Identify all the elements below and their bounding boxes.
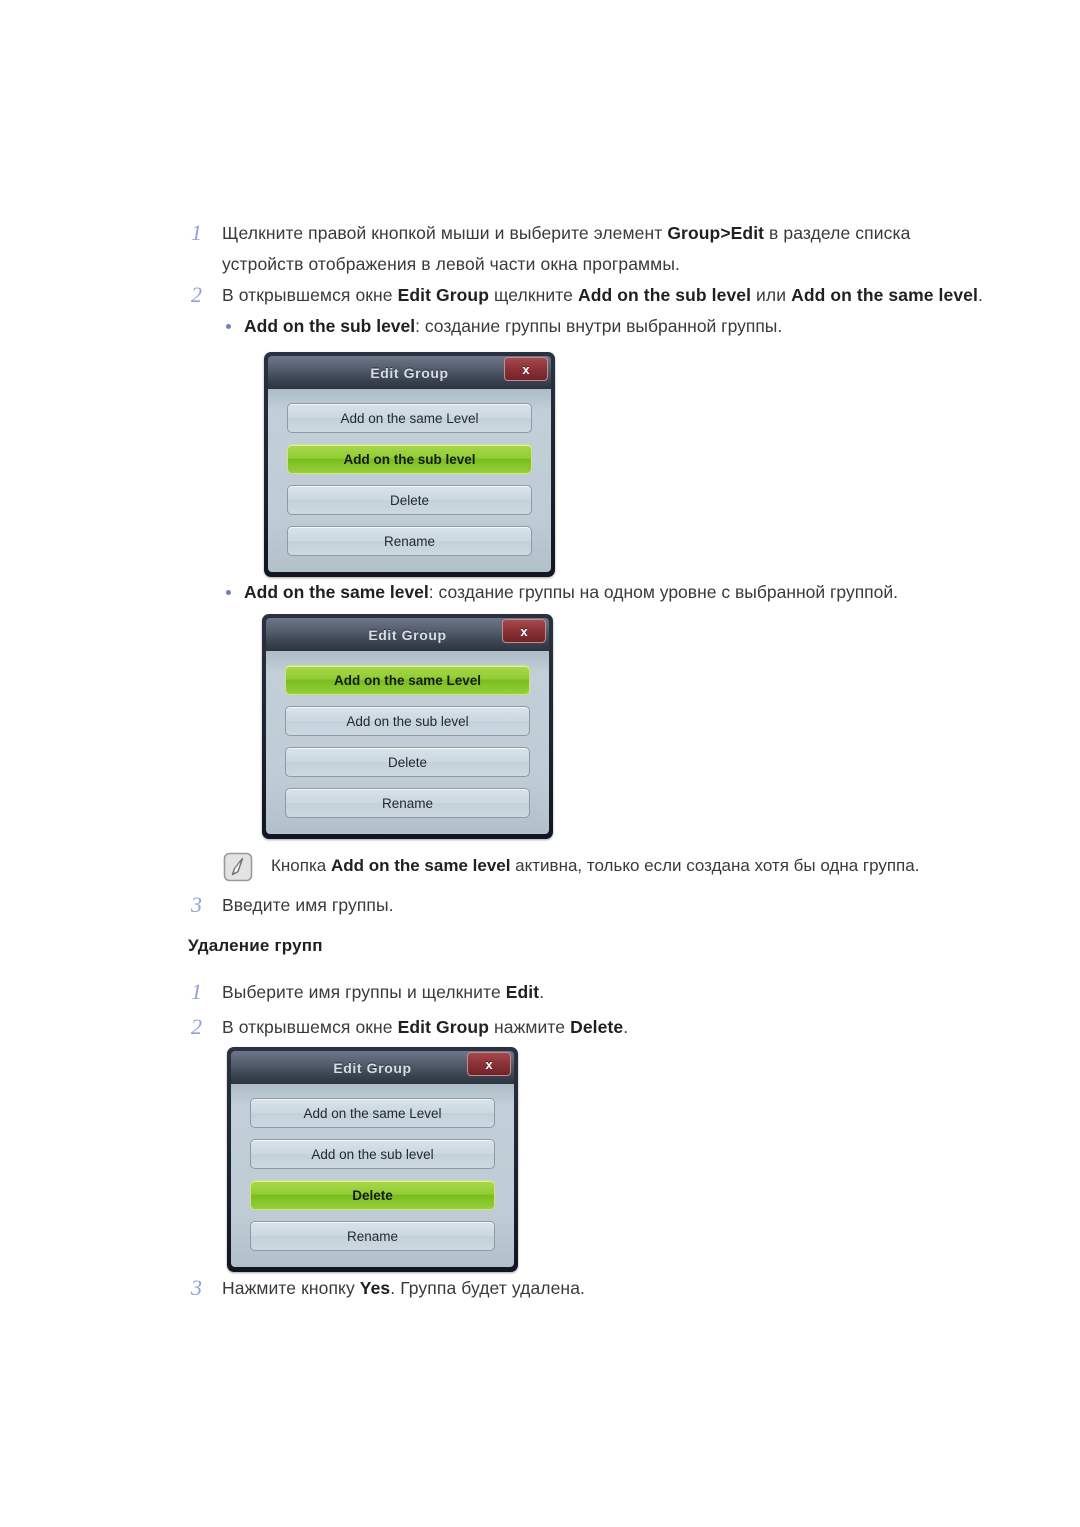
step-2-emphasis-dialog: Edit Group bbox=[397, 285, 490, 305]
dialog-2-title: Edit Group bbox=[368, 626, 447, 643]
close-icon-glyph: x bbox=[485, 1056, 493, 1072]
edit-group-dialog-2[interactable]: Edit Group x Add on the same Level Add o… bbox=[262, 614, 553, 839]
note-emphasis: Add on the same level bbox=[330, 856, 511, 875]
step-1-emphasis: Group>Edit bbox=[667, 223, 765, 243]
edit-group-dialog-3[interactable]: Edit Group x Add on the same Level Add o… bbox=[227, 1047, 518, 1272]
step-2: 2 В открывшемся окне Edit Group щелкните… bbox=[188, 280, 1018, 311]
step-3-text: Введите имя группы. bbox=[222, 895, 394, 915]
delete-step-2-text: В открывшемся окне Edit Group нажмите De… bbox=[222, 1012, 628, 1043]
step-2-text-part-e: или bbox=[751, 285, 792, 305]
step-1-number: 1 bbox=[191, 220, 202, 245]
step-2-emphasis-sub: Add on the sub level bbox=[577, 285, 752, 305]
bullet-same-level: Add on the same level: создание группы н… bbox=[222, 578, 962, 606]
delete-step-2-part-a: В открывшемся окне bbox=[222, 1017, 398, 1037]
dialog-1-title: Edit Group bbox=[370, 364, 449, 381]
dialog-1-button-same-level[interactable]: Add on the same Level bbox=[287, 403, 532, 433]
delete-step-3-part-c: . Группа будет удалена. bbox=[390, 1278, 585, 1298]
dialog-2-button-same-level[interactable]: Add on the same Level bbox=[285, 665, 530, 695]
dialog-3-button-sub-level[interactable]: Add on the sub level bbox=[250, 1139, 495, 1169]
dialog-3-button-same-level[interactable]: Add on the same Level bbox=[250, 1098, 495, 1128]
edit-group-dialog-1[interactable]: Edit Group x Add on the same Level Add o… bbox=[264, 352, 555, 577]
step-2-text-part-a: В открывшемся окне bbox=[222, 285, 398, 305]
dialog-1-button-sub-level[interactable]: Add on the sub level bbox=[287, 444, 532, 474]
dialog-2-button-rename[interactable]: Rename bbox=[285, 788, 530, 818]
close-icon-glyph: x bbox=[520, 623, 528, 639]
delete-step-1-part-c: . bbox=[539, 982, 545, 1002]
dialog-3-title: Edit Group bbox=[333, 1059, 412, 1076]
bullet-same-level-text: Add on the same level: создание группы н… bbox=[244, 578, 898, 606]
delete-step-2-part-e: . bbox=[623, 1017, 629, 1037]
step-2-emphasis-same: Add on the same level bbox=[791, 285, 978, 305]
delete-step-2-emphasis-dialog: Edit Group bbox=[397, 1017, 490, 1037]
bullet-sub-level: Add on the sub level: создание группы вн… bbox=[222, 312, 962, 340]
dialog-1-close-icon[interactable]: x bbox=[504, 357, 548, 381]
note-text: Кнопка Add on the same level активна, то… bbox=[271, 852, 919, 880]
delete-step-1-emphasis: Edit bbox=[505, 982, 540, 1002]
step-1: 1 Щелкните правой кнопкой мыши и выберит… bbox=[188, 218, 948, 279]
delete-step-3-part-a: Нажмите кнопку bbox=[222, 1278, 360, 1298]
delete-step-2: 2 В открывшемся окне Edit Group нажмите … bbox=[188, 1012, 788, 1043]
dialog-2-close-icon[interactable]: x bbox=[502, 619, 546, 643]
step-3-number: 3 bbox=[191, 892, 202, 917]
dialog-3-button-rename[interactable]: Rename bbox=[250, 1221, 495, 1251]
step-1-text-part-a: Щелкните правой кнопкой мыши и выберите … bbox=[222, 223, 668, 243]
bullet-sub-level-text: Add on the sub level: создание группы вн… bbox=[244, 312, 782, 340]
bullet-dot-icon bbox=[222, 578, 244, 606]
dialog-3-titlebar: Edit Group x bbox=[231, 1051, 514, 1084]
dialog-1-titlebar: Edit Group x bbox=[268, 356, 551, 389]
step-2-text: В открывшемся окне Edit Group щелкните A… bbox=[222, 280, 983, 311]
delete-step-2-emphasis-delete: Delete bbox=[570, 1017, 624, 1037]
dialog-2-titlebar: Edit Group x bbox=[266, 618, 549, 651]
bullet-dot-icon bbox=[222, 312, 244, 340]
note-text-part-c: активна, только если создана хотя бы одн… bbox=[510, 856, 920, 875]
step-2-number: 2 bbox=[191, 282, 202, 307]
delete-step-3-number: 3 bbox=[191, 1275, 202, 1300]
bullet-same-level-label: Add on the same level bbox=[244, 582, 429, 602]
bullet-sub-level-label: Add on the sub level bbox=[244, 316, 416, 336]
dialog-2-body: Add on the same Level Add on the sub lev… bbox=[266, 651, 549, 834]
dialog-2-button-sub-level[interactable]: Add on the sub level bbox=[285, 706, 530, 736]
bullet-same-level-desc: : создание группы на одном уровне с выбр… bbox=[428, 582, 899, 602]
step-2-text-part-c: щелкните bbox=[489, 285, 578, 305]
delete-step-3: 3 Нажмите кнопку Yes. Группа будет удале… bbox=[188, 1273, 788, 1304]
step-1-text: Щелкните правой кнопкой мыши и выберите … bbox=[222, 218, 948, 279]
delete-step-1-text: Выберите имя группы и щелкните Edit. bbox=[222, 977, 544, 1008]
step-3: 3 Введите имя группы. bbox=[188, 890, 788, 921]
delete-step-1-part-a: Выберите имя группы и щелкните bbox=[222, 982, 506, 1002]
dialog-3-button-delete[interactable]: Delete bbox=[250, 1180, 495, 1210]
delete-step-2-number: 2 bbox=[191, 1014, 202, 1039]
note-pen-icon bbox=[223, 852, 253, 882]
delete-step-2-part-c: нажмите bbox=[489, 1017, 571, 1037]
dialog-1-button-delete[interactable]: Delete bbox=[287, 485, 532, 515]
note-block: Кнопка Add on the same level активна, то… bbox=[223, 852, 953, 882]
dialog-2-button-delete[interactable]: Delete bbox=[285, 747, 530, 777]
delete-step-1-number: 1 bbox=[191, 979, 202, 1004]
bullet-sub-level-desc: : создание группы внутри выбранной групп… bbox=[415, 316, 783, 336]
dialog-3-body: Add on the same Level Add on the sub lev… bbox=[231, 1084, 514, 1267]
delete-step-3-emphasis: Yes bbox=[359, 1278, 391, 1298]
dialog-1-body: Add on the same Level Add on the sub lev… bbox=[268, 389, 551, 572]
delete-step-1: 1 Выберите имя группы и щелкните Edit. bbox=[188, 977, 788, 1008]
dialog-3-close-icon[interactable]: x bbox=[467, 1052, 511, 1076]
close-icon-glyph: x bbox=[522, 361, 530, 377]
document-page: 1 Щелкните правой кнопкой мыши и выберит… bbox=[0, 0, 1080, 1527]
step-2-text-part-g: . bbox=[977, 285, 983, 305]
section-heading-delete-groups: Удаление групп bbox=[188, 936, 323, 955]
dialog-1-button-rename[interactable]: Rename bbox=[287, 526, 532, 556]
note-text-part-a: Кнопка bbox=[271, 856, 331, 875]
delete-step-3-text: Нажмите кнопку Yes. Группа будет удалена… bbox=[222, 1273, 585, 1304]
